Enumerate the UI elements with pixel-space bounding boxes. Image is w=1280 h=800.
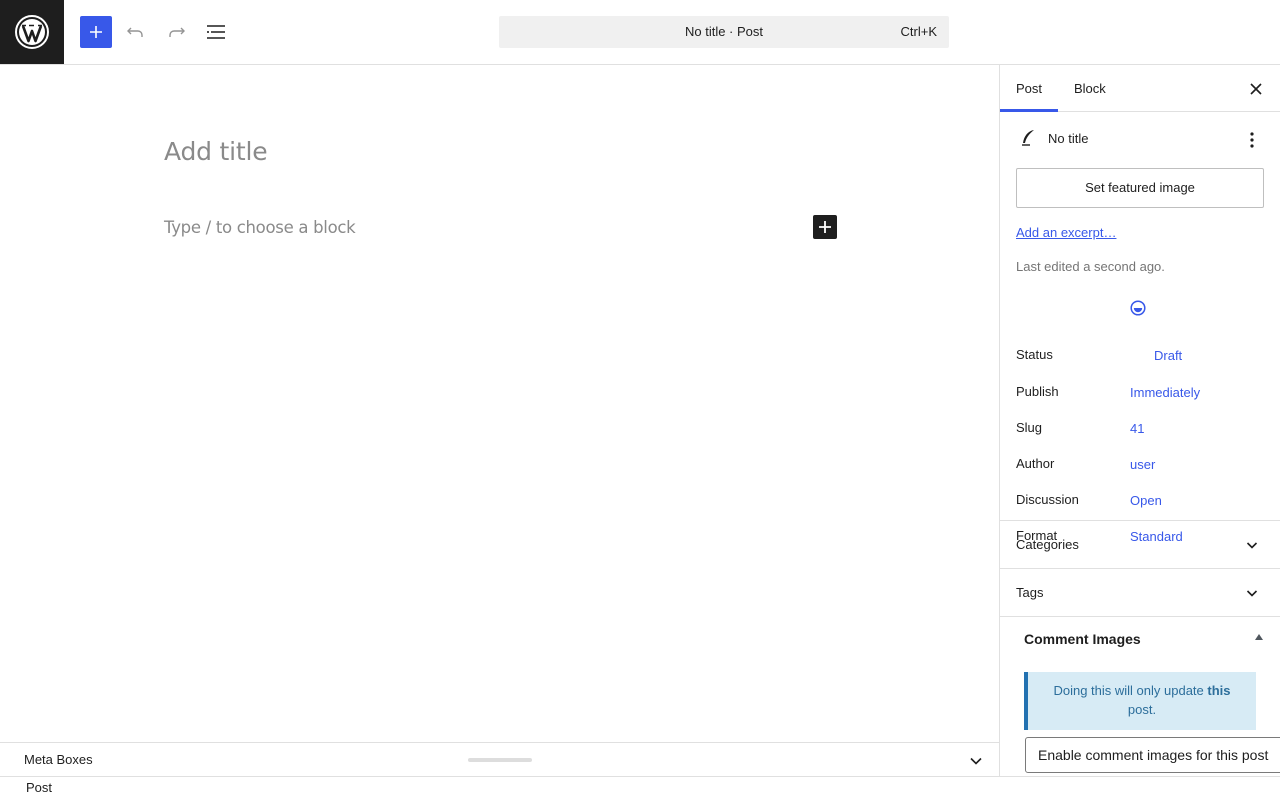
add-excerpt-link[interactable]: Add an excerpt… <box>1016 225 1116 240</box>
sidebar-tabs: Post Block <box>1000 65 1280 112</box>
meta-boxes-toggle[interactable] <box>966 751 986 771</box>
last-edited-text: Last edited a second ago. <box>1016 259 1165 274</box>
inline-add-block-button[interactable] <box>813 215 837 239</box>
tags-toggle[interactable] <box>1242 583 1262 603</box>
shortcut-hint: Ctrl+K <box>900 24 937 39</box>
undo-button[interactable] <box>120 16 152 48</box>
notice-strong: this <box>1207 683 1231 698</box>
default-block-placeholder[interactable]: Type / to choose a block <box>164 218 356 237</box>
chevron-down-icon <box>1246 542 1258 549</box>
categories-panel[interactable]: Categories <box>1000 521 1280 569</box>
tags-panel[interactable]: Tags <box>1000 569 1280 617</box>
status-value[interactable]: Draft <box>1154 348 1182 363</box>
post-title-input[interactable]: Add title <box>164 137 268 166</box>
footer-breadcrumb-bar: Post <box>0 776 1280 800</box>
publish-value[interactable]: Immediately <box>1130 385 1200 400</box>
top-toolbar: No title · Post Ctrl+K <box>0 0 1280 65</box>
document-title: No title · Post <box>684 24 764 39</box>
tags-panel-title: Tags <box>1016 585 1044 600</box>
notice-end: post. <box>1127 702 1157 717</box>
redo-icon <box>169 27 185 37</box>
discussion-label: Discussion <box>1016 492 1079 507</box>
add-block-button[interactable] <box>80 16 112 48</box>
author-label: Author <box>1016 456 1055 471</box>
post-quill-icon <box>1022 130 1034 146</box>
meta-boxes-title: Meta Boxes <box>24 752 93 767</box>
publish-label: Publish <box>1016 384 1059 399</box>
categories-toggle[interactable] <box>1242 535 1262 555</box>
discussion-value[interactable]: Open <box>1130 493 1162 508</box>
triangle-up-icon[interactable] <box>1254 632 1264 642</box>
wordpress-logo-icon <box>15 15 49 49</box>
document-overview-button[interactable] <box>200 16 232 48</box>
editor-app: No title · Post Ctrl+K Add title Type / … <box>0 0 1280 800</box>
post-summary-panel: No title Set featured image Add an excer… <box>1000 112 1280 544</box>
close-icon <box>1250 83 1262 95</box>
slug-label: Slug <box>1016 420 1043 435</box>
author-value[interactable]: user <box>1130 457 1155 472</box>
comment-images-select-value: Enable comment images for this post <box>1038 747 1269 763</box>
draft-status-icon <box>1130 300 1146 316</box>
post-card-title: No title <box>1048 131 1089 146</box>
chevron-down-icon <box>970 757 982 765</box>
resize-handle[interactable] <box>468 758 532 762</box>
close-settings-button[interactable] <box>1244 77 1268 101</box>
comment-images-title: Comment Images <box>1024 631 1141 647</box>
plus-icon <box>819 221 831 233</box>
settings-sidebar: Post Block No title Set featured image A… <box>999 65 1280 776</box>
set-featured-image-button[interactable]: Set featured image <box>1016 168 1264 208</box>
more-vertical-icon <box>1250 132 1254 148</box>
tab-post[interactable]: Post <box>1016 65 1042 112</box>
tab-block[interactable]: Block <box>1074 65 1106 112</box>
chevron-down-icon <box>1246 590 1258 597</box>
list-view-icon <box>207 25 225 39</box>
undo-icon <box>127 27 143 37</box>
command-palette-button[interactable]: No title · Post Ctrl+K <box>499 16 949 48</box>
categories-panel-title: Categories <box>1016 537 1079 552</box>
comment-images-metabox: Comment Images Doing this will only upda… <box>1000 617 1280 776</box>
slug-value[interactable]: 41 <box>1130 421 1144 436</box>
notice-text: Doing this will only update <box>1053 683 1208 698</box>
meta-boxes-bar[interactable]: Meta Boxes <box>0 742 999 776</box>
redo-button[interactable] <box>160 16 192 48</box>
status-label: Status <box>1016 347 1053 362</box>
comment-images-select[interactable]: Enable comment images for this post <box>1025 737 1280 773</box>
editor-canvas: Add title Type / to choose a block <box>0 65 999 742</box>
post-actions-button[interactable] <box>1240 128 1264 152</box>
comment-images-notice: Doing this will only update this post. <box>1024 672 1256 730</box>
plus-icon <box>90 26 102 38</box>
wordpress-logo-button[interactable] <box>0 0 64 64</box>
breadcrumb-post[interactable]: Post <box>26 777 52 799</box>
